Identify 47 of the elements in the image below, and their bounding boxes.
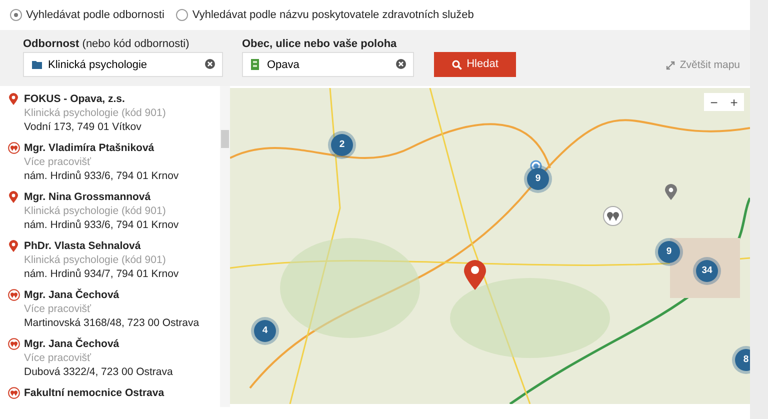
search-button[interactable]: Hledat: [434, 52, 516, 77]
provider-name[interactable]: Mgr. Nina Grossmannová: [24, 190, 179, 204]
folder-icon: [32, 60, 42, 69]
map-pin-icon: [9, 191, 18, 203]
specialty-field[interactable]: Klinická psychologie: [23, 52, 223, 77]
provider-address: Vodní 173, 749 01 Vítkov: [24, 120, 142, 134]
radio-label[interactable]: Vyhledávat podle názvu poskytovatele zdravotních služeb: [192, 6, 474, 24]
provider-detail: Více pracovišť: [24, 351, 92, 365]
radio-label[interactable]: Vyhledávat podle odbornosti: [26, 6, 164, 24]
multiple-locations-icon: [8, 289, 20, 301]
provider-address: nám. Hrdinů 933/6, 794 01 Krnov: [24, 218, 179, 232]
scrollbar[interactable]: [750, 0, 768, 419]
provider-address: Martinovská 3168/48, 723 00 Ostrava: [24, 316, 200, 330]
multiple-locations-icon: [8, 387, 20, 399]
provider-detail: Více pracovišť: [24, 302, 92, 316]
provider-name[interactable]: FOKUS - Opava, z.s.: [24, 92, 166, 106]
map-pin-icon: [9, 93, 18, 105]
multiple-locations-icon: [8, 142, 20, 154]
provider-address: nám. Hrdinů 934/7, 794 01 Krnov: [24, 267, 179, 281]
search-icon: [452, 60, 462, 70]
provider-name[interactable]: Fakultní nemocnice Ostrava: [24, 386, 164, 400]
clear-icon[interactable]: [396, 59, 406, 69]
provider-detail: Klinická psychologie (kód 901): [24, 253, 167, 267]
scrollbar[interactable]: [220, 86, 230, 407]
field-label: Odbornost (nebo kód odbornosti): [23, 37, 190, 52]
provider-detail: Klinická psychologie (kód 901): [24, 204, 167, 218]
map-pin-icon[interactable]: [665, 184, 677, 200]
multiple-locations-icon[interactable]: [603, 206, 623, 226]
building-icon: [251, 59, 259, 70]
provider-name[interactable]: PhDr. Vlasta Sehnalová: [24, 239, 179, 253]
location-pin-icon: [464, 260, 486, 290]
provider-address: Dubová 3322/4, 723 00 Ostrava: [24, 365, 173, 379]
field-label: Obec, ulice nebo vaše poloha: [242, 37, 398, 52]
provider-address: nám. Hrdinů 933/6, 794 01 Krnov: [24, 169, 179, 183]
provider-detail: Více pracovišť: [24, 155, 92, 169]
provider-name[interactable]: Mgr. Jana Čechová: [24, 337, 173, 351]
clear-icon[interactable]: [205, 59, 215, 69]
radio-button[interactable]: [176, 9, 188, 21]
multiple-locations-icon: [8, 338, 20, 350]
location-field[interactable]: Opava: [242, 52, 414, 77]
provider-detail: Klinická psychologie (kód 901): [24, 106, 166, 120]
map[interactable]: − + 2 9 4 9 34 8: [230, 88, 750, 404]
map-pin-icon: [9, 240, 18, 252]
provider-name[interactable]: Mgr. Vladimíra Ptašniková: [24, 141, 179, 155]
provider-name[interactable]: Mgr. Jana Čechová: [24, 288, 200, 302]
radio-button[interactable]: [10, 9, 22, 21]
expand-icon: [666, 61, 675, 70]
